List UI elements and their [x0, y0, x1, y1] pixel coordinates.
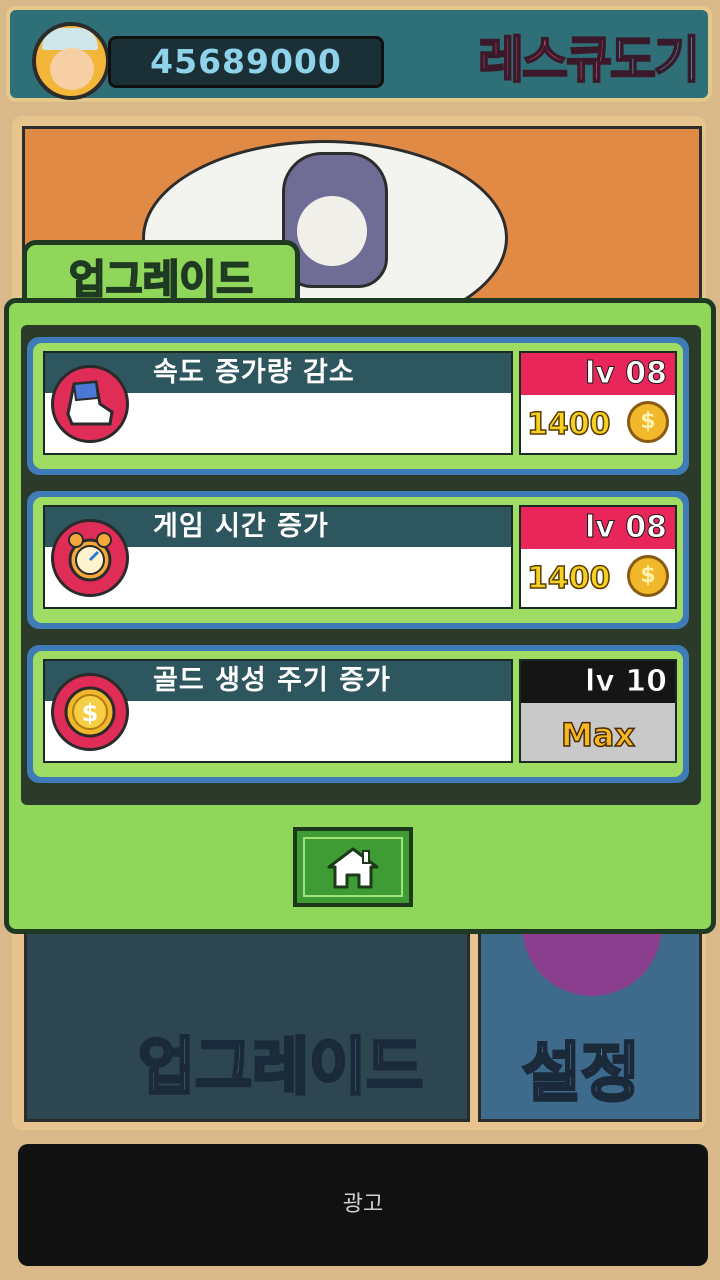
upgrade-item-gold[interactable]: 골드 생성 주기 증가 $ lv 10 Max	[27, 645, 689, 783]
coin-balance: 45689000	[108, 36, 384, 88]
home-icon	[327, 847, 379, 889]
home-button[interactable]	[293, 827, 413, 907]
level-label: lv 08	[521, 353, 675, 395]
upgrade-list: 속도 증가량 감소 lv 08 1400 $ 게임 시간 증가 lv 08 14…	[21, 325, 701, 805]
logo-part1: 레스큐	[477, 30, 613, 90]
upgrade-menu-label[interactable]: 업그레이드	[136, 1016, 424, 1106]
upgrade-modal: 속도 증가량 감소 lv 08 1400 $ 게임 시간 증가 lv 08 14…	[4, 298, 716, 934]
player-avatar[interactable]	[32, 22, 110, 100]
ad-banner[interactable]: 광고	[18, 1144, 708, 1266]
upgrade-item-time[interactable]: 게임 시간 증가 lv 08 1400 $	[27, 491, 689, 629]
level-label: lv 08	[521, 507, 675, 549]
upgrade-price-speed[interactable]: lv 08 1400 $	[519, 351, 677, 455]
top-bar: 45689000 레스큐도기	[6, 6, 712, 102]
avatar-cap	[42, 28, 98, 50]
sneaker-icon	[51, 365, 129, 443]
settings-menu-label[interactable]: 설정	[521, 1022, 642, 1114]
upgrade-item-speed[interactable]: 속도 증가량 감소 lv 08 1400 $	[27, 337, 689, 475]
upgrade-price-gold-max: lv 10 Max	[519, 659, 677, 763]
gold-coin-icon: $	[627, 555, 669, 597]
rescue-dog-face	[297, 196, 367, 266]
max-level-label: Max	[560, 715, 636, 755]
alarm-clock-icon	[51, 519, 129, 597]
level-label: lv 10	[521, 661, 675, 703]
logo-part2: 도기	[609, 30, 701, 90]
gold-coin-icon: $	[627, 401, 669, 443]
gold-coin-icon: $	[51, 673, 129, 751]
upgrade-price-time[interactable]: lv 08 1400 $	[519, 505, 677, 609]
upgrade-cost: 1400	[526, 406, 611, 443]
svg-text:$: $	[82, 699, 99, 727]
avatar-face	[50, 48, 94, 90]
upgrade-cost: 1400	[526, 560, 611, 597]
game-logo: 레스큐도기	[472, 24, 704, 96]
